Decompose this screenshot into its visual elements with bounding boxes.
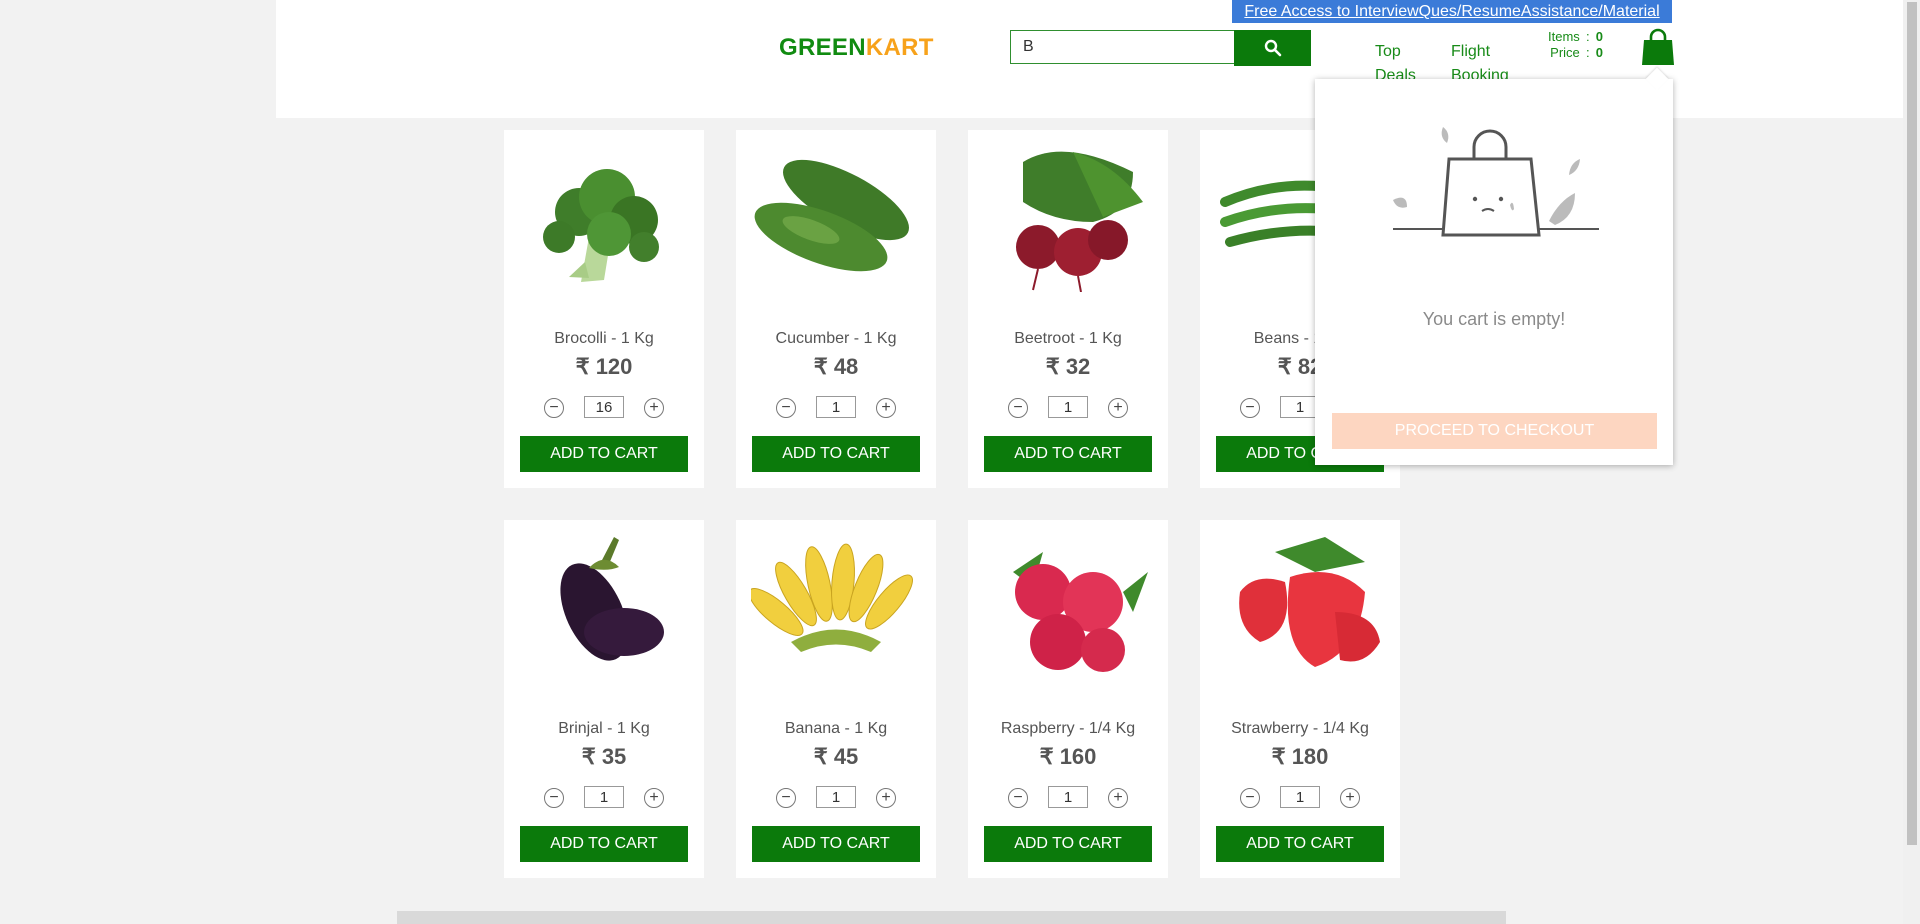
decrement-button[interactable]: − bbox=[776, 398, 796, 418]
cucumber-image bbox=[754, 159, 910, 272]
product-card-beetroot: Beetroot - 1 Kg ₹ 32 − + ADD TO CART bbox=[968, 130, 1168, 488]
product-name: Raspberry - 1/4 Kg bbox=[1000, 720, 1136, 737]
banana-image bbox=[751, 543, 913, 652]
decrement-button[interactable]: − bbox=[544, 788, 564, 808]
product-price: ₹ 180 bbox=[1271, 744, 1329, 769]
increment-button[interactable]: + bbox=[644, 788, 664, 808]
quantity-stepper: − + bbox=[776, 396, 896, 420]
product-name: Cucumber - 1 Kg bbox=[775, 330, 897, 347]
search-icon bbox=[1264, 39, 1281, 57]
increment-button[interactable]: + bbox=[876, 398, 896, 418]
add-to-cart-button[interactable]: ADD TO CART bbox=[984, 436, 1152, 472]
quantity-stepper: − + bbox=[1008, 396, 1128, 420]
brand-logo-green: GREEN bbox=[779, 34, 866, 61]
add-to-cart-button[interactable]: ADD TO CART bbox=[1216, 826, 1384, 862]
product-card-banana: Banana - 1 Kg ₹ 45 − + ADD TO CART bbox=[736, 520, 936, 878]
add-to-cart-button[interactable]: ADD TO CART bbox=[752, 826, 920, 862]
product-name: Brinjal - 1 Kg bbox=[558, 720, 650, 737]
increment-button[interactable]: + bbox=[1340, 788, 1360, 808]
quantity-stepper: − + bbox=[1240, 786, 1360, 810]
decrement-button[interactable]: − bbox=[1008, 398, 1028, 418]
shopping-bag-icon[interactable] bbox=[1640, 28, 1676, 66]
increment-button[interactable]: + bbox=[1108, 398, 1128, 418]
quantity-input[interactable] bbox=[1280, 396, 1320, 418]
cart-preview-popup: You cart is empty! PROCEED TO CHECKOUT bbox=[1315, 67, 1673, 465]
product-card-cucumber: Cucumber - 1 Kg ₹ 48 − + ADD TO CART bbox=[736, 130, 936, 488]
product-card-raspberry: Raspberry - 1/4 Kg ₹ 160 − + ADD TO CART bbox=[968, 520, 1168, 878]
decrement-button[interactable]: − bbox=[1008, 788, 1028, 808]
brand-logo-orange: KART bbox=[865, 34, 934, 61]
search-input[interactable] bbox=[1010, 30, 1258, 64]
product-name: Banana - 1 Kg bbox=[784, 720, 888, 737]
product-name: Strawberry - 1/4 Kg bbox=[1231, 720, 1369, 737]
product-card-strawberry: Strawberry - 1/4 Kg ₹ 180 − + ADD TO CAR… bbox=[1200, 520, 1400, 878]
quantity-stepper: − + bbox=[544, 786, 664, 810]
increment-button[interactable]: + bbox=[1108, 788, 1128, 808]
quantity-input[interactable] bbox=[1280, 786, 1320, 808]
quantity-input[interactable] bbox=[584, 396, 624, 418]
empty-cart-message: You cart is empty! bbox=[1422, 309, 1566, 329]
quantity-input[interactable] bbox=[1048, 396, 1088, 418]
scrollbar-thumb[interactable] bbox=[1907, 2, 1917, 845]
decrement-button[interactable]: − bbox=[1240, 788, 1260, 808]
product-price: ₹ 35 bbox=[581, 744, 627, 769]
add-to-cart-button[interactable]: ADD TO CART bbox=[752, 436, 920, 472]
quantity-input[interactable] bbox=[584, 786, 624, 808]
nav-top-deals-line1: Top bbox=[1375, 43, 1401, 60]
product-price: ₹ 120 bbox=[575, 354, 633, 379]
product-price: ₹ 48 bbox=[813, 354, 859, 379]
cart-items-count: 0 bbox=[1595, 29, 1604, 44]
quantity-input[interactable] bbox=[816, 396, 856, 418]
quantity-stepper: − + bbox=[544, 396, 664, 420]
beetroot-image bbox=[1016, 151, 1143, 292]
product-price: ₹ 160 bbox=[1039, 744, 1097, 769]
product-name: Beetroot - 1 Kg bbox=[1014, 330, 1122, 347]
strawberry-image bbox=[1239, 537, 1380, 667]
product-name: Brocolli - 1 Kg bbox=[554, 330, 654, 347]
product-card-brocolli: Brocolli - 1 Kg ₹ 120 − + ADD TO CART bbox=[504, 130, 704, 488]
cart-summary: Items : 0 Price : 0 bbox=[1548, 29, 1610, 61]
increment-button[interactable]: + bbox=[876, 788, 896, 808]
footer-strip bbox=[397, 911, 1506, 924]
increment-button[interactable]: + bbox=[644, 398, 664, 418]
search-button[interactable] bbox=[1234, 30, 1311, 66]
cart-items-separator: : bbox=[1585, 29, 1590, 44]
product-price: ₹ 32 bbox=[1045, 354, 1091, 379]
decrement-button[interactable]: − bbox=[776, 788, 796, 808]
decrement-button[interactable]: − bbox=[544, 398, 564, 418]
quantity-stepper: − + bbox=[776, 786, 896, 810]
cart-price-value: 0 bbox=[1595, 45, 1604, 60]
product-price: ₹ 45 bbox=[813, 744, 859, 769]
sad-bag-icon bbox=[1393, 127, 1599, 237]
decrement-button[interactable]: − bbox=[1240, 398, 1260, 418]
quantity-input[interactable] bbox=[1048, 786, 1088, 808]
nav-flight-booking-line1: Flight bbox=[1451, 43, 1491, 60]
proceed-to-checkout-button[interactable]: PROCEED TO CHECKOUT bbox=[1332, 413, 1657, 449]
promo-link[interactable]: Free Access to InterviewQues/ResumeAssis… bbox=[1232, 0, 1672, 23]
quantity-input[interactable] bbox=[816, 786, 856, 808]
brocolli-image bbox=[543, 169, 659, 282]
cart-price-separator: : bbox=[1585, 45, 1590, 60]
add-to-cart-button[interactable]: ADD TO CART bbox=[520, 436, 688, 472]
cart-price-label: Price bbox=[1550, 45, 1580, 60]
search-bar bbox=[1010, 30, 1311, 66]
brand-logo: GREENKART bbox=[779, 34, 934, 62]
add-to-cart-button[interactable]: ADD TO CART bbox=[520, 826, 688, 862]
quantity-stepper: − + bbox=[1008, 786, 1128, 810]
cart-items-label: Items bbox=[1548, 29, 1580, 44]
product-card-brinjal: Brinjal - 1 Kg ₹ 35 − + ADD TO CART bbox=[504, 520, 704, 878]
brinjal-image bbox=[560, 537, 664, 661]
raspberry-image bbox=[1013, 552, 1148, 672]
add-to-cart-button[interactable]: ADD TO CART bbox=[984, 826, 1152, 862]
vertical-scrollbar[interactable] bbox=[1903, 0, 1920, 924]
